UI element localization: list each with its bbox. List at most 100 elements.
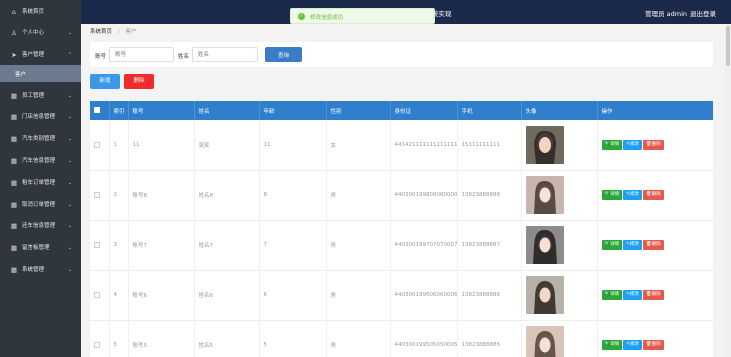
avatar	[525, 276, 564, 314]
sidebar-item-return-car[interactable]: ▦ 还车信息管理 ⌄	[0, 215, 81, 237]
edit-label: 修改	[629, 342, 639, 347]
delete-button[interactable]: 🗑删除	[642, 190, 664, 200]
batch-delete-button[interactable]: 删除	[124, 74, 154, 89]
grid-icon: ▦	[10, 222, 18, 230]
delete-label: 删除	[651, 342, 661, 347]
chevron-down-icon: ⌄	[67, 180, 72, 186]
detail-label: 详情	[610, 192, 620, 197]
detail-button[interactable]: 🔍详情	[601, 340, 623, 350]
cell-age: 6	[259, 270, 327, 320]
sidebar-item-store[interactable]: ▦ 门店信息管理 ⌄	[0, 106, 81, 128]
edit-label: 修改	[629, 292, 639, 297]
delete-label: 删除	[651, 292, 661, 297]
edit-button[interactable]: ✎修改	[623, 240, 642, 250]
detail-button[interactable]: 🔍详情	[601, 240, 623, 250]
detail-label: 详情	[610, 342, 620, 347]
cell-index: 3	[109, 220, 129, 270]
cell-avatar	[521, 320, 598, 357]
sidebar-item-cancel-order[interactable]: ▦ 取消订单管理 ⌄	[0, 194, 81, 216]
detail-label: 详情	[610, 141, 620, 147]
delete-button[interactable]: 🗑删除	[642, 340, 664, 350]
column-header: 手机	[457, 101, 522, 120]
sidebar-item-staff[interactable]: ▦ 员工管理 ⌄	[0, 85, 81, 107]
cell-account: 账号8	[128, 170, 195, 220]
sidebar-item-system[interactable]: ▦ 系统管理 ⌄	[0, 259, 81, 281]
sidebar-item-label: 汽车类别管理	[22, 136, 56, 142]
detail-button[interactable]: 🔍详情	[601, 290, 623, 300]
cell-gender: 男	[326, 170, 391, 220]
edit-button[interactable]: ✎修改	[623, 290, 642, 300]
chevron-down-icon: ⌄	[67, 223, 72, 229]
logout-link[interactable]: 退出登录	[690, 8, 716, 18]
breadcrumb: 系统首页 / 客户	[90, 27, 136, 35]
row-checkbox[interactable]	[94, 341, 100, 348]
cell-phone: 13823888887	[457, 220, 522, 270]
cell-gender: 男	[326, 220, 391, 270]
detail-button[interactable]: 🔍详情	[601, 139, 623, 150]
row-checkbox[interactable]	[94, 191, 100, 198]
row-checkbox[interactable]	[94, 141, 100, 148]
grid-icon: ▦	[10, 201, 18, 209]
cell-phone: 13823888888	[457, 170, 522, 220]
detail-button[interactable]: 🔍详情	[601, 190, 623, 200]
grid-icon: ▦	[10, 266, 18, 274]
sidebar-subitem-customer[interactable]: 客户	[0, 65, 81, 82]
sidebar-item-car-category[interactable]: ▦ 汽车类别管理 ⌄	[0, 128, 81, 150]
add-button[interactable]: 新增	[90, 74, 120, 89]
search-button[interactable]: 查询	[265, 47, 302, 62]
breadcrumb-home[interactable]: 系统首页	[90, 29, 112, 35]
sidebar-item-home[interactable]: ⌂ 系统首页	[0, 1, 81, 23]
table-row: 4 账号6 姓名6 6 男 440300199606060006 1382388…	[90, 270, 713, 320]
edit-button[interactable]: ✎修改	[623, 139, 642, 150]
account-input[interactable]	[109, 47, 174, 62]
name-input[interactable]	[192, 47, 258, 62]
cell-index: 4	[109, 270, 129, 320]
edit-button[interactable]: ✎修改	[623, 190, 642, 200]
delete-label: 删除	[651, 192, 661, 197]
cell-account: 账号5	[128, 320, 195, 357]
cell-gender: 男	[326, 320, 391, 357]
delete-button[interactable]: 🗑删除	[642, 139, 664, 150]
select-all-header[interactable]	[90, 101, 110, 120]
cell-actions: 🔍详情 ✎修改 🗑删除	[597, 170, 713, 220]
sidebar-item-car-info[interactable]: ▦ 汽车信息管理 ⌄	[0, 150, 81, 172]
cell-gender: 男	[326, 270, 391, 320]
avatar	[525, 176, 564, 214]
cell-index: 5	[109, 320, 129, 357]
scrollbar-thumb[interactable]	[726, 26, 730, 66]
cell-age: 8	[259, 170, 327, 220]
column-header: 身份证	[390, 101, 458, 120]
cell-gender: 女	[326, 120, 391, 170]
cell-account: 账号6	[128, 270, 195, 320]
chevron-down-icon: ⌄	[67, 114, 72, 120]
delete-button[interactable]: 🗑删除	[642, 290, 664, 300]
sidebar-item-personal[interactable]: ♙ 个人中心 ⌄	[0, 22, 81, 44]
row-checkbox[interactable]	[94, 291, 100, 298]
avatar	[525, 226, 564, 264]
row-checkbox[interactable]	[94, 241, 100, 248]
sidebar-item-customer[interactable]: ➤ 客户管理 ⌃	[0, 44, 81, 66]
grid-icon: ▦	[10, 157, 18, 165]
cell-age: 5	[259, 320, 327, 357]
avatar	[525, 326, 564, 357]
page-scrollbar[interactable]	[725, 24, 731, 357]
delete-button[interactable]: 🗑删除	[642, 240, 664, 250]
grid-icon: ▦	[10, 113, 18, 121]
cell-name: 姓名8	[194, 170, 260, 220]
grid-icon: ▦	[10, 179, 18, 187]
sidebar-item-label: 租车订单管理	[22, 180, 56, 186]
cell-index: 1	[109, 120, 129, 170]
sidebar-item-label: 系统首页	[22, 9, 45, 15]
check-circle-icon: ✓	[298, 13, 305, 20]
account-label: 账号	[95, 54, 107, 60]
grid-icon: ▦	[10, 92, 18, 100]
sidebar-item-message-board[interactable]: ▦ 留言板管理 ⌄	[0, 237, 81, 259]
sidebar-item-rental-order[interactable]: ▦ 租车订单管理 ⌄	[0, 172, 81, 194]
edit-button[interactable]: ✎修改	[623, 340, 642, 350]
select-all-checkbox[interactable]	[94, 107, 100, 114]
detail-label: 详情	[610, 242, 620, 247]
cell-index: 2	[109, 170, 129, 220]
home-icon: ⌂	[11, 8, 17, 16]
sidebar-item-label: 还车信息管理	[22, 223, 56, 229]
cell-phone: 13823888886	[457, 270, 522, 320]
